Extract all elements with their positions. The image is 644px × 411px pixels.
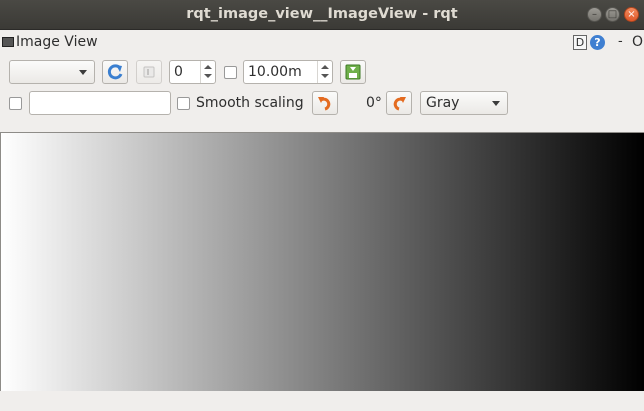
publish-topic-input[interactable] <box>29 91 171 115</box>
help-icon[interactable]: ? <box>590 35 605 50</box>
rotation-value: 0° <box>366 95 382 111</box>
dock-title: Image View <box>16 34 98 50</box>
rotate-right-icon <box>393 97 406 111</box>
pause-icon <box>143 66 155 78</box>
mouse-publish-checkbox[interactable] <box>9 97 22 110</box>
save-icon <box>345 64 361 80</box>
maximize-button[interactable]: □ <box>605 7 620 22</box>
dock-close-button[interactable]: - <box>618 34 623 49</box>
rotate-right-button[interactable] <box>386 91 412 115</box>
minimize-button[interactable]: – <box>587 7 602 22</box>
refresh-icon <box>107 64 123 80</box>
spinbox-arrows[interactable] <box>200 61 215 83</box>
timeout-arrows[interactable] <box>317 61 332 83</box>
save-button[interactable] <box>340 60 366 84</box>
color-scheme-combo[interactable]: Gray <box>420 91 508 115</box>
topic-combo[interactable] <box>9 60 95 84</box>
spin-up-icon[interactable] <box>204 65 212 69</box>
number-spinbox[interactable]: 0 <box>169 60 216 84</box>
rotate-left-icon <box>318 97 331 111</box>
spin-up-icon[interactable] <box>321 65 329 69</box>
close-button[interactable]: × <box>624 7 639 22</box>
timeout-value: 10.00m <box>248 64 302 80</box>
chevron-down-icon <box>492 101 500 106</box>
timeout-spinbox[interactable]: 10.00m <box>243 60 333 84</box>
smooth-scaling-label: Smooth scaling <box>196 95 304 111</box>
color-scheme-value: Gray <box>426 95 460 111</box>
dock-d-button[interactable]: D <box>573 35 587 50</box>
spin-down-icon[interactable] <box>321 74 329 78</box>
chevron-down-icon <box>79 70 87 75</box>
window-title: rqt_image_view__ImageView - rqt <box>186 6 458 22</box>
dock-widget-icon <box>2 37 14 47</box>
refresh-button[interactable] <box>102 60 128 84</box>
image-display[interactable] <box>0 132 644 391</box>
dock-overflow-button[interactable]: O <box>632 34 643 50</box>
pause-button[interactable] <box>136 60 162 84</box>
dynamic-range-checkbox[interactable] <box>224 66 237 79</box>
rotate-left-button[interactable] <box>312 91 338 115</box>
smooth-scaling-checkbox[interactable] <box>177 97 190 110</box>
spinbox-value: 0 <box>174 64 183 80</box>
spin-down-icon[interactable] <box>204 74 212 78</box>
window-titlebar[interactable]: rqt_image_view__ImageView - rqt – □ × <box>0 0 644 30</box>
